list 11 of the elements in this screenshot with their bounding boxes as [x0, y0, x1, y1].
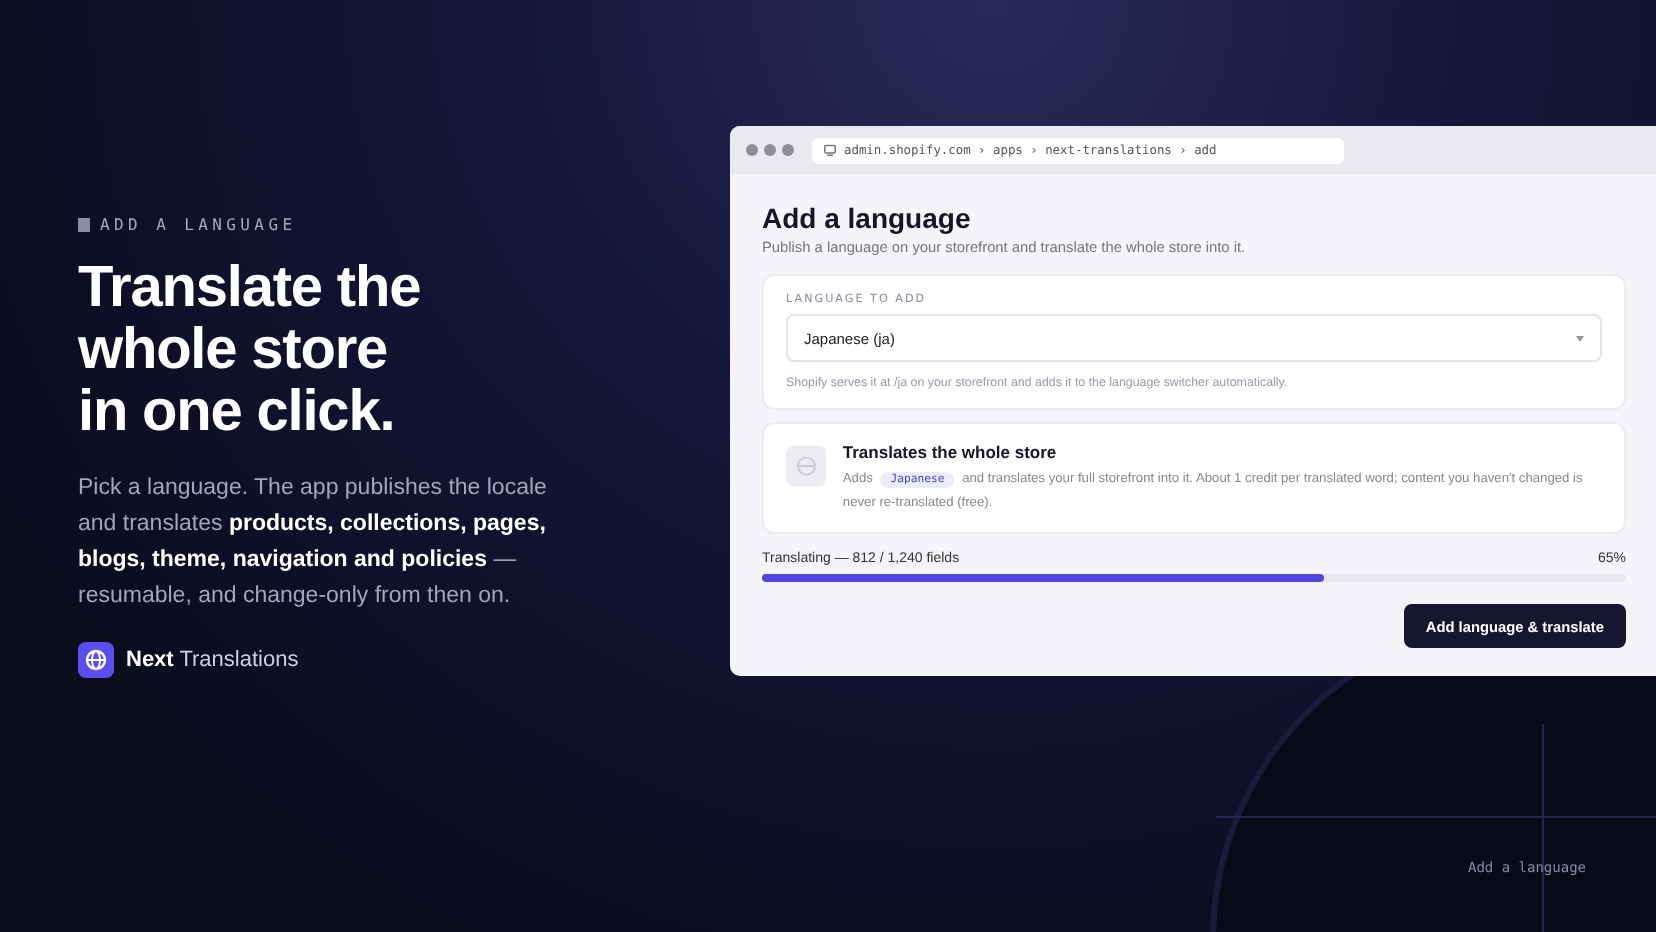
globe-icon [78, 642, 114, 678]
headline: Translate the whole store in one click. [78, 258, 423, 444]
description: Pick a language. The app publishes the locale and translates products, collections, pages, blogs, theme, navigation and policies — resumable, and change-only from then on. [78, 474, 548, 612]
eyebrow-label: ADD A LANGUAGE [100, 216, 297, 234]
screen-icon [824, 144, 836, 156]
page-title: Add a language [762, 202, 973, 234]
caret-icon [1576, 335, 1584, 341]
globe-icon [786, 442, 827, 490]
info-title: Translates the whole store [842, 442, 1059, 462]
brand-name: Next Translations [126, 648, 299, 672]
square-icon [78, 218, 90, 232]
